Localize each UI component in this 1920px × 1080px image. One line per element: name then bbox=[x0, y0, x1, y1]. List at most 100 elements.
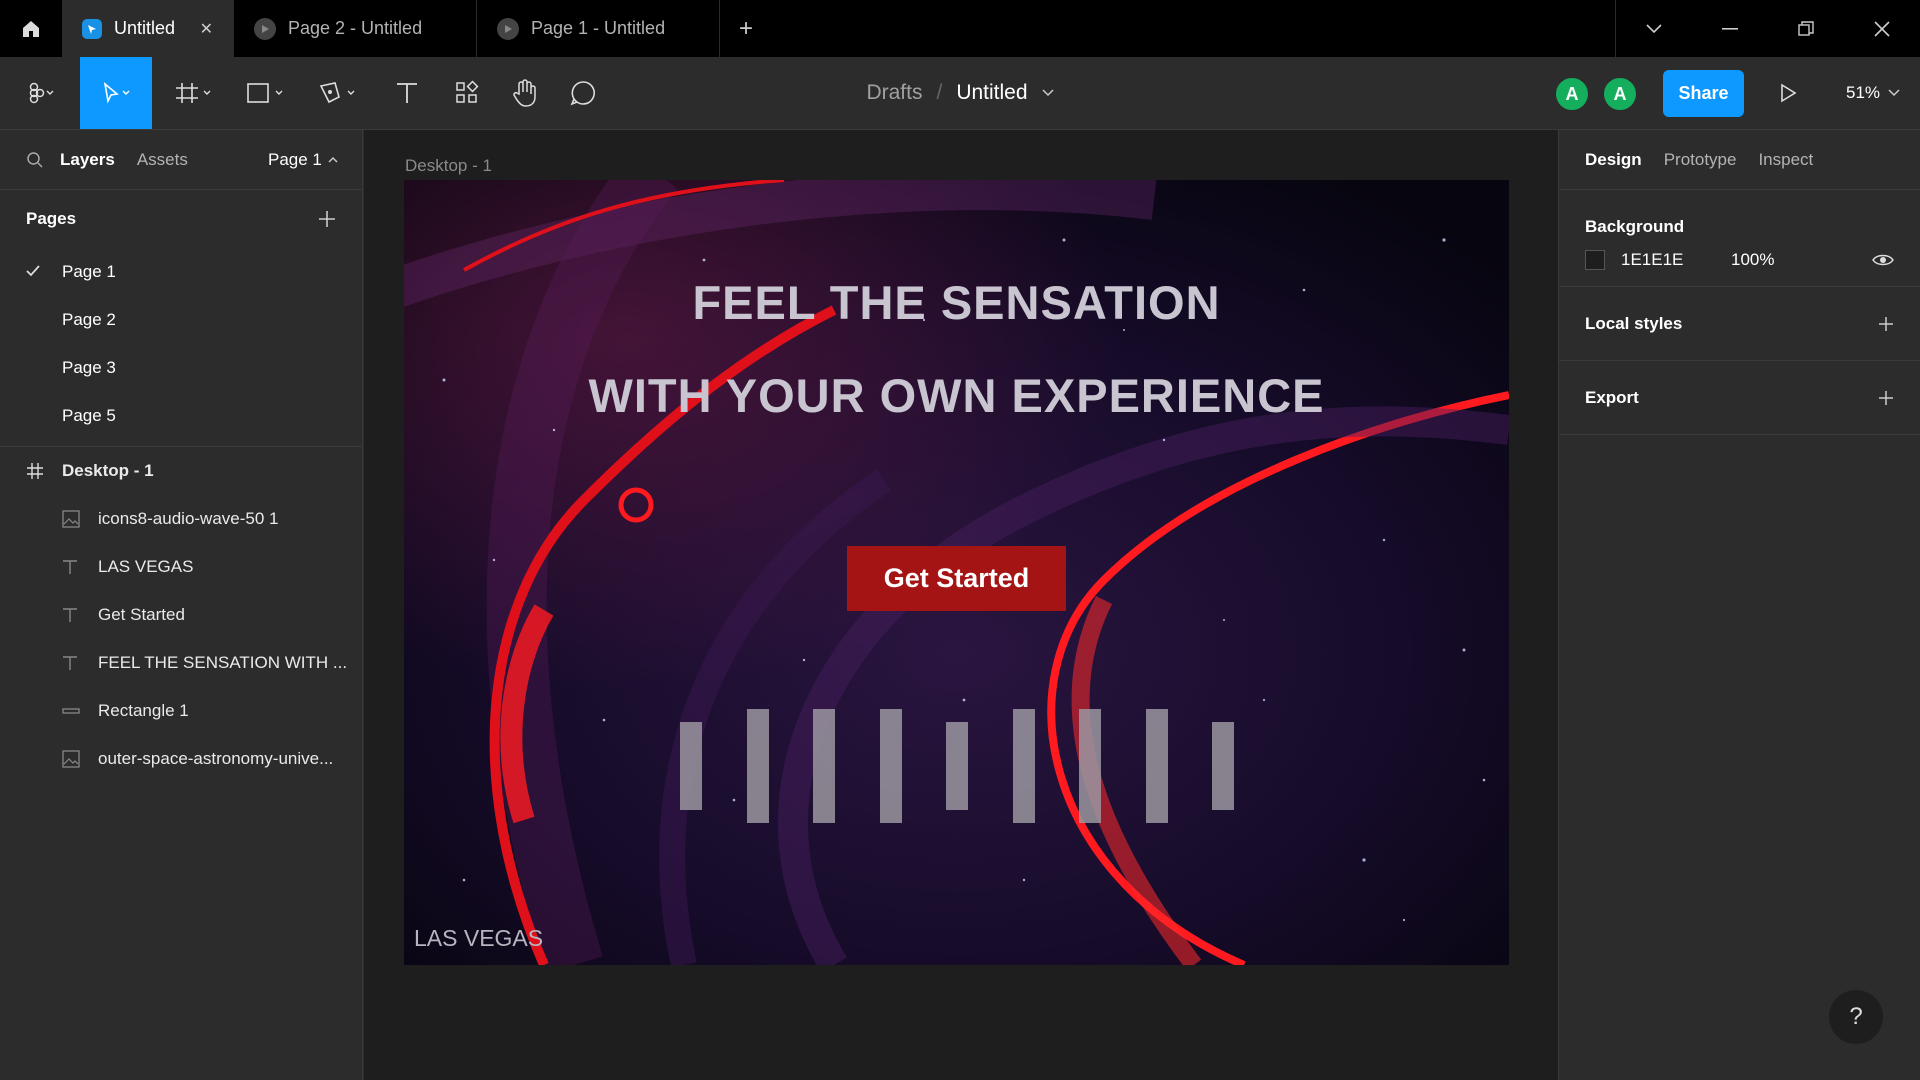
window-controls bbox=[1615, 0, 1920, 57]
color-swatch[interactable] bbox=[1585, 250, 1605, 270]
background-title: Background bbox=[1585, 216, 1685, 236]
tab-assets[interactable]: Assets bbox=[137, 150, 188, 170]
add-export-icon[interactable] bbox=[1878, 390, 1894, 406]
tab-page-2[interactable]: Page 2 - Untitled bbox=[234, 0, 477, 57]
share-button[interactable]: Share bbox=[1663, 70, 1744, 117]
pen-tool[interactable] bbox=[310, 57, 368, 129]
figma-file-icon bbox=[82, 18, 102, 39]
shape-tool[interactable] bbox=[238, 57, 296, 129]
tab-inspect[interactable]: Inspect bbox=[1758, 150, 1813, 170]
layer-label: Get Started bbox=[98, 605, 185, 624]
page-selector[interactable]: Page 1 bbox=[268, 150, 338, 170]
add-page-icon[interactable] bbox=[318, 210, 336, 228]
home-button[interactable] bbox=[0, 0, 62, 57]
search-icon[interactable] bbox=[26, 151, 44, 169]
breadcrumb-drafts[interactable]: Drafts bbox=[866, 81, 922, 105]
layer-label: icons8-audio-wave-50 1 bbox=[98, 509, 279, 528]
tab-label: Page 2 - Untitled bbox=[288, 18, 423, 38]
page-item-3[interactable]: Page 3 bbox=[0, 344, 362, 392]
frame-icon bbox=[176, 83, 211, 103]
file-name[interactable]: Untitled bbox=[956, 81, 1027, 105]
frame-tool[interactable] bbox=[166, 57, 224, 129]
page-item-2[interactable]: Page 2 bbox=[0, 296, 362, 344]
wave-bar bbox=[880, 709, 902, 823]
frame-label[interactable]: Desktop - 1 bbox=[405, 156, 492, 176]
title-bar: Untitled ✕ Page 2 - Untitled Page 1 - Un… bbox=[0, 0, 1920, 57]
tab-page-1[interactable]: Page 1 - Untitled bbox=[477, 0, 720, 57]
background-fill-row: 1E1E1E 100% bbox=[1585, 238, 1894, 286]
play-icon bbox=[1781, 83, 1797, 103]
home-icon bbox=[23, 20, 39, 37]
background-hex[interactable]: 1E1E1E bbox=[1621, 250, 1731, 270]
layer-item[interactable]: outer-space-astronomy-unive... bbox=[0, 735, 362, 783]
export-section: Export bbox=[1559, 361, 1920, 435]
rectangle-icon bbox=[62, 706, 98, 716]
location-text[interactable]: LAS VEGAS bbox=[414, 925, 543, 952]
page-selector-label: Page 1 bbox=[268, 149, 322, 169]
desktop-frame[interactable]: FEEL THE SENSATION WITH YOUR OWN EXPERIE… bbox=[404, 180, 1509, 965]
add-style-icon[interactable] bbox=[1878, 316, 1894, 332]
comment-tool[interactable] bbox=[558, 57, 608, 129]
resources-tool[interactable] bbox=[442, 57, 492, 129]
tab-untitled[interactable]: Untitled ✕ bbox=[62, 0, 234, 57]
zoom-level: 51% bbox=[1846, 83, 1881, 102]
layer-item[interactable]: Rectangle 1 bbox=[0, 687, 362, 735]
restore-button[interactable] bbox=[1768, 0, 1844, 57]
checkmark-icon bbox=[26, 262, 62, 282]
layer-label: LAS VEGAS bbox=[98, 557, 194, 576]
zoom-control[interactable]: 51% bbox=[1846, 57, 1900, 129]
image-icon bbox=[62, 510, 98, 528]
text-tool[interactable] bbox=[382, 57, 432, 129]
layer-item[interactable]: LAS VEGAS bbox=[0, 543, 362, 591]
main-menu-button[interactable] bbox=[14, 57, 66, 129]
local-styles-section: Local styles bbox=[1559, 287, 1920, 361]
page-label: Page 2 bbox=[62, 310, 116, 329]
headline-line-1[interactable]: FEEL THE SENSATION bbox=[404, 275, 1509, 330]
layer-item[interactable]: Get Started bbox=[0, 591, 362, 639]
image-icon bbox=[62, 750, 98, 768]
prototype-play-icon bbox=[254, 17, 276, 40]
chevron-down-icon[interactable] bbox=[1042, 89, 1054, 97]
layer-item[interactable]: FEEL THE SENSATION WITH ... bbox=[0, 639, 362, 687]
avatar[interactable]: A bbox=[1554, 76, 1590, 112]
background-section: Background 1E1E1E 100% bbox=[1559, 190, 1920, 287]
avatar[interactable]: A bbox=[1602, 76, 1638, 112]
minimize-button[interactable] bbox=[1692, 0, 1768, 57]
layer-item[interactable]: icons8-audio-wave-50 1 bbox=[0, 495, 362, 543]
wave-bar bbox=[1212, 722, 1234, 810]
page-item-1[interactable]: Page 1 bbox=[0, 248, 362, 296]
tab-design[interactable]: Design bbox=[1585, 150, 1642, 170]
close-tab-icon[interactable]: ✕ bbox=[200, 19, 213, 39]
text-icon bbox=[397, 83, 417, 103]
tab-prototype[interactable]: Prototype bbox=[1664, 150, 1737, 170]
present-button[interactable] bbox=[1763, 57, 1813, 129]
new-tab-button[interactable]: + bbox=[720, 0, 772, 57]
figma-logo-icon bbox=[29, 82, 54, 104]
hand-icon bbox=[513, 79, 536, 107]
hand-tool[interactable] bbox=[500, 57, 550, 129]
page-item-5[interactable]: Page 5 bbox=[0, 392, 362, 440]
pen-icon bbox=[319, 82, 355, 104]
wave-bar bbox=[747, 709, 769, 823]
close-window-button[interactable] bbox=[1844, 0, 1920, 57]
background-opacity[interactable]: 100% bbox=[1731, 250, 1774, 270]
headline-line-2[interactable]: WITH YOUR OWN EXPERIENCE bbox=[404, 368, 1509, 423]
prototype-play-icon bbox=[497, 17, 519, 40]
help-button[interactable]: ? bbox=[1829, 990, 1883, 1044]
pages-header: Pages bbox=[0, 190, 362, 248]
tab-label: Page 1 - Untitled bbox=[531, 18, 666, 38]
wave-bar bbox=[1079, 709, 1101, 823]
export-title: Export bbox=[1585, 387, 1639, 407]
chevron-down-icon[interactable] bbox=[1616, 0, 1692, 57]
layer-label: Desktop - 1 bbox=[62, 461, 154, 480]
layer-frame-desktop-1[interactable]: Desktop - 1 bbox=[0, 447, 362, 495]
wave-bar bbox=[1013, 709, 1035, 823]
text-icon bbox=[62, 655, 98, 671]
tab-layers[interactable]: Layers bbox=[60, 150, 115, 170]
get-started-button[interactable]: Get Started bbox=[847, 546, 1066, 611]
chevron-down-icon bbox=[1888, 89, 1900, 97]
rectangle-icon bbox=[247, 83, 283, 103]
layers-panel: Layers Assets Page 1 Pages Page 1 Page 2… bbox=[0, 130, 363, 1080]
move-tool[interactable] bbox=[80, 57, 152, 129]
eye-icon[interactable] bbox=[1872, 253, 1894, 267]
